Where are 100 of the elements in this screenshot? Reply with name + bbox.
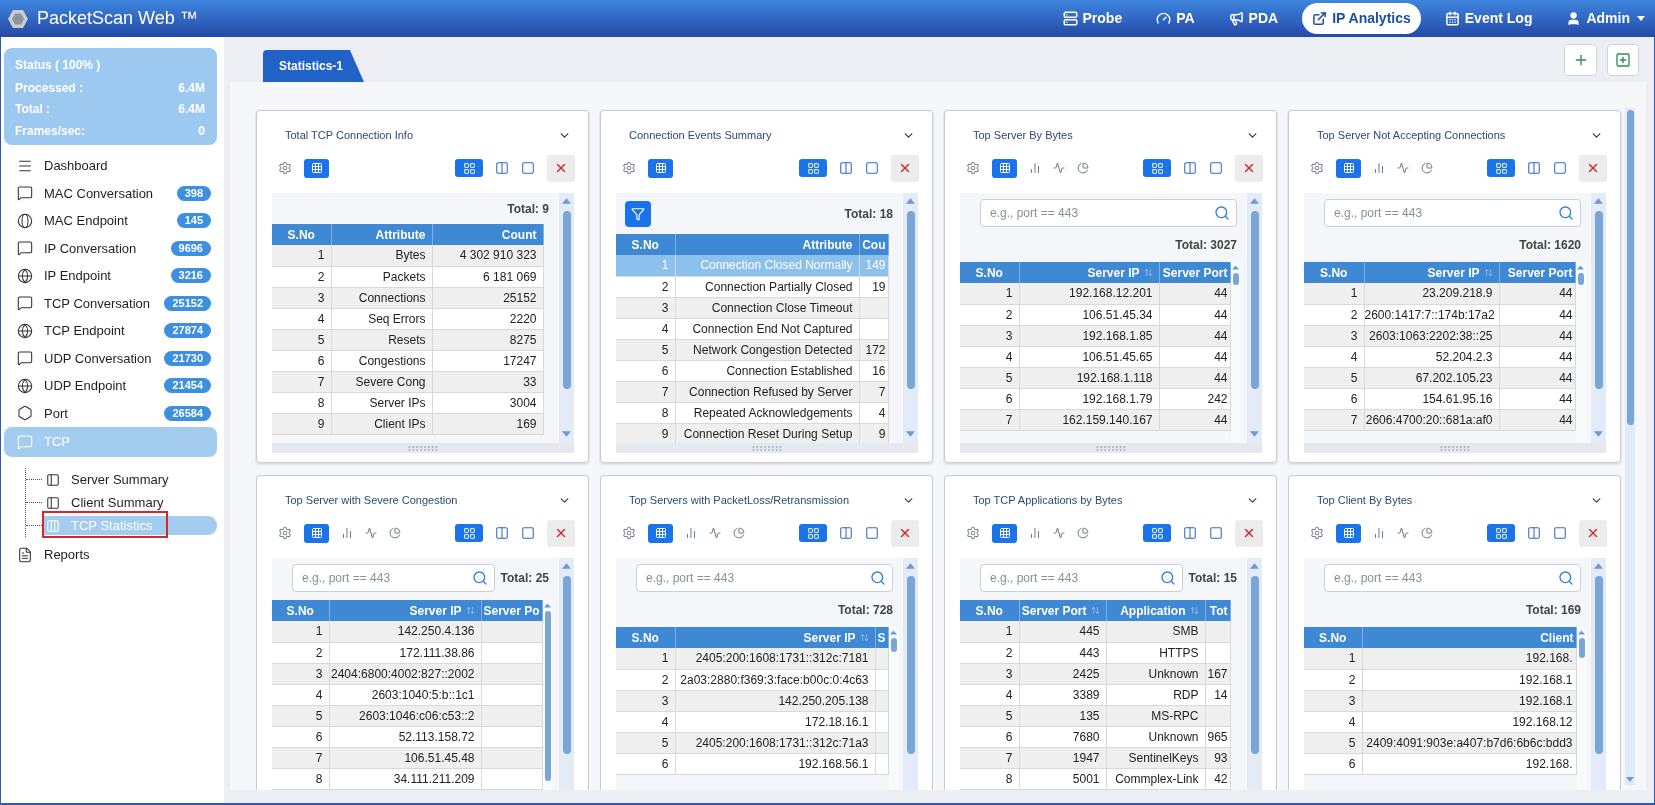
view-toggle[interactable] bbox=[648, 523, 673, 543]
view-toggle[interactable] bbox=[304, 523, 329, 543]
scrollbar-thumb[interactable] bbox=[1250, 211, 1259, 389]
column-header[interactable]: Server IP bbox=[1019, 262, 1159, 283]
view-toggle[interactable] bbox=[733, 527, 745, 539]
table-row[interactable]: 2 Packets 6 181 069 bbox=[272, 266, 543, 287]
arrow-up-icon[interactable] bbox=[1594, 563, 1603, 569]
table-row[interactable]: 8 5001 Commplex-Link 42 bbox=[960, 768, 1230, 789]
column-header[interactable]: S.No bbox=[272, 600, 329, 621]
arrow-up-icon[interactable] bbox=[562, 563, 571, 569]
view-toggle[interactable] bbox=[685, 527, 697, 539]
table-row[interactable]: 5 135 MS-RPC bbox=[960, 705, 1230, 726]
table-row[interactable]: 6 Connection Established 16 bbox=[616, 360, 888, 381]
search-icon[interactable] bbox=[472, 570, 488, 586]
search-icon[interactable] bbox=[870, 570, 886, 586]
table-row[interactable]: 8 34.111.211.209 bbox=[272, 768, 542, 789]
column-header[interactable]: S.No bbox=[616, 234, 675, 255]
column-header[interactable]: Application bbox=[1106, 600, 1205, 621]
column-header[interactable]: Server Po bbox=[481, 600, 542, 621]
sidebar-item[interactable]: MAC Endpoint 145 bbox=[4, 207, 217, 235]
table-row[interactable]: 4 Seq Errors 2220 bbox=[272, 308, 543, 329]
search-field[interactable]: e.g., port == 443 bbox=[980, 199, 1237, 227]
scrollbar[interactable] bbox=[903, 558, 918, 790]
table-row[interactable]: 3 192.168.1 bbox=[1304, 690, 1576, 711]
settings-icon[interactable] bbox=[278, 161, 292, 175]
table-row[interactable]: 4 106.51.45.65 44 bbox=[960, 346, 1230, 367]
table-row[interactable]: 4 3389 RDP 14 bbox=[960, 684, 1230, 705]
table-row[interactable]: 5 2405:200:1608:1731::312c:71a3 bbox=[616, 732, 888, 753]
arrow-down-icon[interactable] bbox=[1594, 431, 1603, 437]
table-row[interactable]: 7 Severe Cong 33 bbox=[272, 371, 543, 392]
table-row[interactable]: 6 52.113.158.72 bbox=[272, 726, 542, 747]
layout-toggle[interactable] bbox=[1553, 161, 1567, 175]
sidebar-item[interactable]: Port 26584 bbox=[4, 399, 217, 427]
scrollbar[interactable] bbox=[1247, 558, 1262, 790]
table-row[interactable]: 2 192.168.1 bbox=[1304, 669, 1576, 690]
table-row[interactable]: 4 2603:1040:5:b::1c1 bbox=[272, 684, 542, 705]
nav-item[interactable]: PA bbox=[1146, 3, 1205, 34]
table-row[interactable]: 3 Connection Close Timeout bbox=[616, 297, 888, 318]
table-row[interactable]: 3 192.168.1.85 44 bbox=[960, 325, 1230, 346]
table-row[interactable]: 5 2409:4091:903e:a407:b7d6:6b6c:bdd3 bbox=[1304, 732, 1576, 753]
column-header[interactable]: Server Port bbox=[1499, 262, 1575, 283]
view-toggle[interactable] bbox=[341, 527, 353, 539]
table-row[interactable]: 2 443 HTTPS bbox=[960, 642, 1230, 663]
table-row[interactable]: 3 2425 Unknown 167 bbox=[960, 663, 1230, 684]
layout-toggle[interactable] bbox=[1143, 524, 1171, 542]
search-field[interactable]: e.g., port == 443 bbox=[980, 564, 1183, 592]
search-icon[interactable] bbox=[1160, 570, 1176, 586]
table-row[interactable]: 6 Congestions 17247 bbox=[272, 350, 543, 371]
layout-toggle[interactable] bbox=[865, 526, 879, 540]
settings-icon[interactable] bbox=[966, 161, 980, 175]
close-button[interactable] bbox=[547, 154, 575, 182]
close-button[interactable] bbox=[891, 154, 919, 182]
table-row[interactable]: 1 2405:200:1608:1731::312c:7181 bbox=[616, 648, 888, 669]
layout-toggle[interactable] bbox=[799, 159, 827, 177]
tab[interactable]: Statistics-1 bbox=[263, 50, 364, 82]
scrollbar-thumb[interactable] bbox=[1594, 211, 1603, 389]
view-toggle[interactable] bbox=[992, 523, 1017, 543]
table-row[interactable]: 4 52.204.2.3 44 bbox=[1304, 346, 1575, 367]
view-toggle[interactable] bbox=[389, 527, 401, 539]
resize-handle[interactable] bbox=[960, 443, 1262, 453]
settings-icon[interactable] bbox=[622, 526, 636, 540]
scrollbar[interactable] bbox=[1576, 627, 1587, 790]
column-header[interactable]: Count bbox=[432, 224, 543, 245]
search-icon[interactable] bbox=[1558, 205, 1574, 221]
column-header[interactable]: Tot bbox=[1205, 600, 1230, 621]
scrollbar-thumb[interactable] bbox=[1250, 576, 1259, 754]
scrollbar[interactable] bbox=[1591, 558, 1606, 790]
view-toggle[interactable] bbox=[1053, 162, 1065, 174]
table-row[interactable]: 7 162.159.140.167 44 bbox=[960, 409, 1230, 430]
table-row[interactable]: 2 172.111.38.86 bbox=[272, 642, 542, 663]
column-header[interactable]: Attribute bbox=[675, 234, 859, 255]
arrow-up-icon[interactable] bbox=[1250, 198, 1259, 204]
table-row[interactable]: 5 67.202.105.23 44 bbox=[1304, 367, 1575, 388]
column-header[interactable]: Server Port bbox=[1159, 262, 1230, 283]
layout-toggle[interactable] bbox=[521, 526, 535, 540]
layout-toggle[interactable] bbox=[1527, 526, 1541, 540]
view-toggle[interactable] bbox=[1373, 162, 1385, 174]
view-toggle[interactable] bbox=[1077, 527, 1089, 539]
arrow-up-icon[interactable] bbox=[1594, 198, 1603, 204]
column-header[interactable]: S.No bbox=[960, 262, 1019, 283]
scrollbar-thumb[interactable] bbox=[906, 576, 915, 754]
scrollbar[interactable] bbox=[559, 193, 574, 443]
column-header[interactable]: S.No bbox=[272, 224, 331, 245]
column-header[interactable]: Server IP bbox=[675, 627, 875, 648]
close-button[interactable] bbox=[891, 519, 919, 547]
close-button[interactable] bbox=[1579, 154, 1607, 182]
view-toggle[interactable] bbox=[709, 527, 721, 539]
table-row[interactable]: 4 172.18.16.1 bbox=[616, 711, 888, 732]
table-row[interactable]: 6 192.168.56.1 bbox=[616, 753, 888, 774]
column-header[interactable]: Attribute bbox=[331, 224, 432, 245]
scrollbar-thumb[interactable] bbox=[562, 576, 571, 754]
scrollbar[interactable] bbox=[559, 558, 574, 790]
table-row[interactable]: 1 192.168.12.201 44 bbox=[960, 283, 1230, 304]
nav-item[interactable]: PDA bbox=[1218, 3, 1289, 34]
arrow-up-icon[interactable] bbox=[562, 198, 571, 204]
scrollbar[interactable] bbox=[1625, 108, 1635, 785]
settings-icon[interactable] bbox=[622, 161, 636, 175]
table-row[interactable]: 4 192.168.12 bbox=[1304, 711, 1576, 732]
arrow-up-icon[interactable] bbox=[906, 198, 915, 204]
arrow-up-icon[interactable] bbox=[906, 563, 915, 569]
